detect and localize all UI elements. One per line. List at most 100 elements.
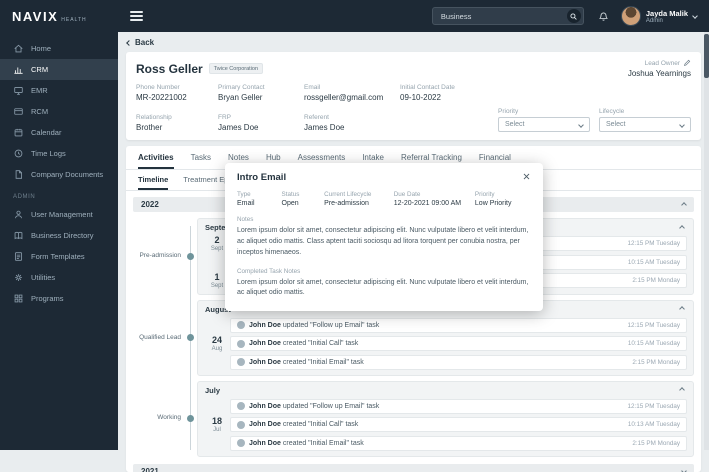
edit-pencil-icon[interactable] <box>683 59 691 67</box>
sidebar-item-label: Business Directory <box>31 231 94 240</box>
month-group: August John Doeupdated "Follow up Email"… <box>197 300 694 376</box>
sidebar-item-calendar[interactable]: Calendar <box>0 122 118 143</box>
sidebar-item-label: Calendar <box>31 128 61 137</box>
sidebar-item-label: Company Documents <box>31 170 103 179</box>
app-logo[interactable]: NAVIX HEALTH <box>0 9 118 24</box>
entry-user: John Doe <box>249 440 281 447</box>
user-menu[interactable]: Jayda Malik Admin <box>621 6 697 26</box>
sidebar-item-label: Home <box>31 44 51 53</box>
timeline-entry: John Doecreated "Initial Email" task 2:1… <box>204 436 687 451</box>
back-label: Back <box>135 38 154 47</box>
stage-dot <box>187 253 194 260</box>
user-icon <box>13 209 24 220</box>
entry-time: 12:15 PM Tuesday <box>627 403 680 410</box>
activity-row[interactable]: John Doecreated "Initial Call" task 10:1… <box>230 336 687 351</box>
timeline-entry: 24 Aug John Doecreated "Initial Call" ta… <box>204 336 687 352</box>
completed-task-notes-label: Completed Task Notes <box>237 268 531 275</box>
activity-row[interactable]: John Doecreated "Initial Email" task 2:1… <box>230 436 687 451</box>
sidebar: Home CRM EMR RCM Calendar Time Logs Comp… <box>0 32 118 450</box>
stage-label: Working <box>139 414 181 422</box>
activity-row[interactable]: John Doecreated "Initial Call" task 10:1… <box>230 417 687 432</box>
user-avatar-icon <box>237 321 245 329</box>
grid-icon <box>13 293 24 304</box>
sidebar-item-home[interactable]: Home <box>0 38 118 59</box>
sidebar-item-rcm[interactable]: RCM <box>0 101 118 122</box>
year-section-2021[interactable]: 2021 <box>133 464 694 472</box>
entry-action: created "Initial Email" task <box>283 359 364 366</box>
priority-select[interactable]: Select <box>498 117 590 132</box>
sidebar-item-user-management[interactable]: User Management <box>0 204 118 225</box>
sidebar-item-label: EMR <box>31 86 48 95</box>
stage-label: Pre-admission <box>139 252 181 260</box>
chevron-up-icon[interactable] <box>679 225 685 231</box>
subtab-timeline[interactable]: Timeline <box>138 175 168 190</box>
tab-tasks[interactable]: Tasks <box>191 153 211 169</box>
entry-time: 2:15 PM Monday <box>632 277 680 284</box>
logo-subtext: HEALTH <box>61 17 86 23</box>
gear-icon <box>13 272 24 283</box>
field-primary-contact: Primary Contact Bryan Geller <box>218 84 304 102</box>
entry-user: John Doe <box>249 403 281 410</box>
entry-user: John Doe <box>249 359 281 366</box>
field-frp: FRP James Doe <box>218 114 304 132</box>
chevron-left-icon <box>126 40 132 46</box>
entry-time: 12:15 PM Tuesday <box>627 322 680 329</box>
chevron-up-icon[interactable] <box>679 306 685 312</box>
modal-field-priority: Priority Low Priority <box>475 191 531 207</box>
field-phone-number: Phone Number MR-20221002 <box>136 84 218 102</box>
activity-row[interactable]: John Doeupdated "Follow up Email" task 1… <box>230 399 687 414</box>
scrollbar-thumb[interactable] <box>704 34 709 78</box>
back-button[interactable]: Back <box>118 32 709 52</box>
field-relationship: Relationship Brother <box>136 114 218 132</box>
sidebar-item-utilities[interactable]: Utilities <box>0 267 118 288</box>
home-icon <box>13 43 24 54</box>
sidebar-item-form-templates[interactable]: Form Templates <box>0 246 118 267</box>
menu-icon[interactable] <box>130 9 143 23</box>
form-icon <box>13 251 24 262</box>
search-icon[interactable] <box>567 9 581 23</box>
monitor-icon <box>13 85 24 96</box>
scrollbar[interactable] <box>704 32 709 450</box>
calendar-icon <box>13 127 24 138</box>
document-icon <box>13 169 24 180</box>
field-initial-contact-date: Initial Contact Date 09-10-2022 <box>400 84 498 102</box>
logo-text: NAVIX <box>12 9 58 24</box>
lead-owner: Lead Owner Joshua Yearnings <box>628 59 691 78</box>
organization-badge: Twice Corporation <box>209 63 263 74</box>
lifecycle-select-group: Lifecycle Select <box>599 108 691 132</box>
lifecycle-select[interactable]: Select <box>599 117 691 132</box>
sidebar-item-crm[interactable]: CRM <box>0 59 118 80</box>
patient-name: Ross Geller <box>136 62 203 76</box>
sidebar-item-label: CRM <box>31 65 48 74</box>
sidebar-item-label: Utilities <box>31 273 55 282</box>
chevron-up-icon <box>681 202 687 208</box>
tab-activities[interactable]: Activities <box>138 153 174 169</box>
modal-field-current-lifecycle: Current Lifecycle Pre-admission <box>324 191 394 207</box>
sidebar-item-time-logs[interactable]: Time Logs <box>0 143 118 164</box>
close-icon[interactable] <box>522 172 531 181</box>
field-referent: Referent James Doe <box>304 114 400 132</box>
sidebar-item-company-documents[interactable]: Company Documents <box>0 164 118 185</box>
field-email: Email rossgeller@gmail.com <box>304 84 400 102</box>
activity-row[interactable]: John Doeupdated "Follow up Email" task 1… <box>230 318 687 333</box>
sidebar-item-emr[interactable]: EMR <box>0 80 118 101</box>
activity-row[interactable]: John Doecreated "Initial Email" task 2:1… <box>230 355 687 370</box>
billing-card-icon <box>13 106 24 117</box>
entry-action: created "Initial Call" task <box>283 340 358 347</box>
app-header: NAVIX HEALTH Jayda Malik Admin <box>0 0 709 32</box>
chevron-up-icon[interactable] <box>679 387 685 393</box>
entry-user: John Doe <box>249 340 281 347</box>
user-avatar-icon <box>237 439 245 447</box>
timeline-entry: John Doeupdated "Follow up Email" task 1… <box>204 318 687 333</box>
timeline-entry: 18 Jul John Doecreated "Initial Call" ta… <box>204 417 687 433</box>
user-avatar-icon <box>237 421 245 429</box>
entry-time: 10:13 AM Tuesday <box>628 421 680 428</box>
notifications-bell-icon[interactable] <box>598 11 609 22</box>
search-input[interactable] <box>441 12 553 21</box>
entry-user: John Doe <box>249 421 281 428</box>
entry-time: 2:15 PM Monday <box>632 440 680 447</box>
month-name: July <box>205 386 220 395</box>
sidebar-item-business-directory[interactable]: Business Directory <box>0 225 118 246</box>
sidebar-item-programs[interactable]: Programs <box>0 288 118 309</box>
entry-time: 10:15 AM Tuesday <box>628 340 680 347</box>
